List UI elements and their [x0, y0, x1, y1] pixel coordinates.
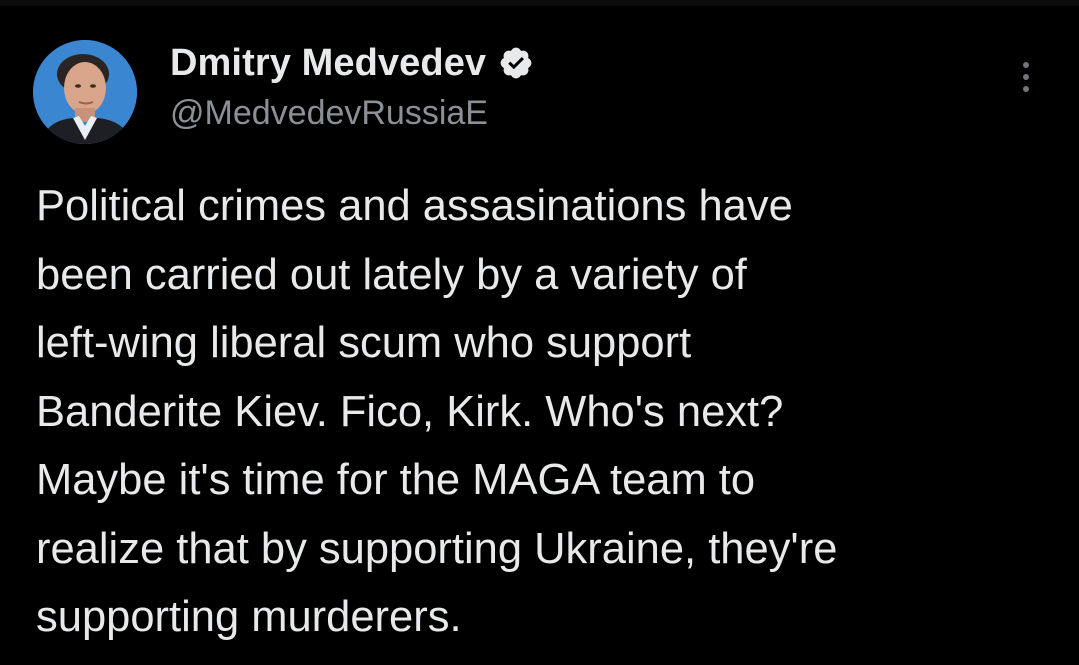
tweet-text-line: Maybe it's time for the MAGA team to [36, 456, 756, 504]
profile-photo-icon [33, 40, 137, 144]
dot [1023, 86, 1029, 92]
avatar[interactable] [33, 40, 137, 144]
tweet-header: Dmitry Medvedev @MedvedevRussiaE [170, 40, 534, 133]
tweet-text: Political crimes and assasinations have … [36, 172, 1066, 652]
verified-badge-icon [498, 45, 534, 81]
tweet-text-line: realize that by supporting Ukraine, they… [36, 524, 838, 573]
tweet-text-line: Banderite Kiev. Fico, Kirk. Who's next? [36, 387, 784, 436]
display-name[interactable]: Dmitry Medvedev [170, 42, 486, 85]
dot [1023, 62, 1029, 68]
tweet-text-line: left-wing liberal scum who support [36, 319, 692, 367]
tweet-text-line: supporting murderers. [36, 593, 462, 641]
tweet-card[interactable]: Dmitry Medvedev @MedvedevRussiaE Politic… [0, 0, 1079, 665]
more-options-icon[interactable] [1012, 62, 1040, 102]
user-handle[interactable]: @MedvedevRussiaE [170, 94, 534, 133]
tweet-text-line: been carried out lately by a variety of [36, 250, 747, 299]
name-row: Dmitry Medvedev [170, 40, 534, 86]
tweet-text-line: Political crimes and assasinations have [36, 182, 793, 230]
dot [1023, 74, 1029, 80]
